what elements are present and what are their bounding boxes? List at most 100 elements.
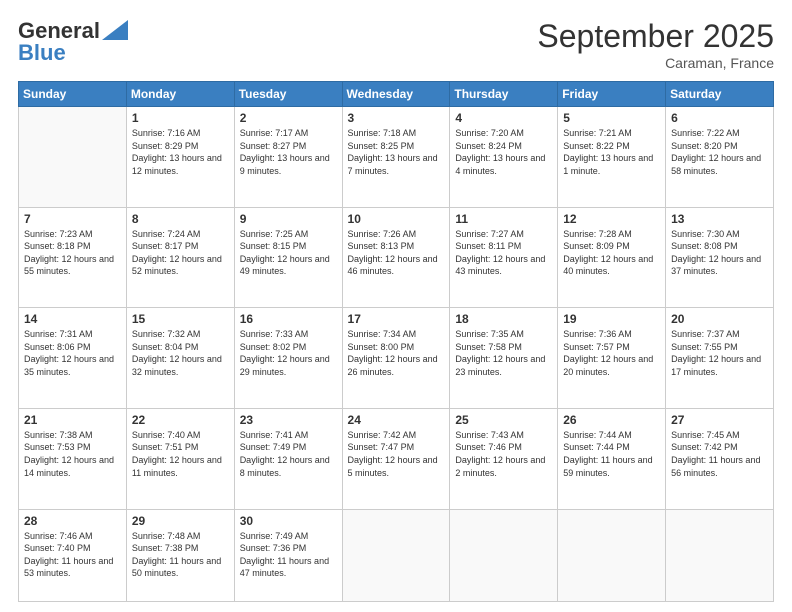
day-number: 16 [240, 312, 337, 326]
calendar-cell: 7Sunrise: 7:23 AM Sunset: 8:18 PM Daylig… [19, 207, 127, 308]
calendar-day-header: Friday [558, 82, 666, 107]
calendar-cell: 16 Sunrise: 7:33 AM Sunset: 8:02 PM Dayli… [234, 308, 342, 409]
day-info: Sunrise: 7:40 AM Sunset: 7:51 PM Dayligh… [132, 429, 229, 479]
day-number: 29 [132, 514, 229, 528]
calendar-cell [666, 509, 774, 602]
day-info: Sunrise: 7:32 AM Sunset: 8:04 PM Dayligh… [132, 328, 229, 378]
day-number: 23 [240, 413, 337, 427]
day-info: Sunrise: 7:31 AM Sunset: 8:06 PM Dayligh… [24, 328, 121, 378]
calendar-cell: 1 Sunrise: 7:16 AM Sunset: 8:29 PM Daylig… [126, 107, 234, 208]
calendar-cell: 13 Sunrise: 7:30 AM Sunset: 8:08 PM Dayli… [666, 207, 774, 308]
day-info: Sunrise: 7:36 AM Sunset: 7:57 PM Dayligh… [563, 328, 660, 378]
calendar-cell: 27 Sunrise: 7:45 AM Sunset: 7:42 PM Dayli… [666, 408, 774, 509]
calendar-cell: 9 Sunrise: 7:25 AM Sunset: 8:15 PM Daylig… [234, 207, 342, 308]
calendar-day-header: Wednesday [342, 82, 450, 107]
day-number: 1 [132, 111, 229, 125]
day-info: Sunrise: 7:33 AM Sunset: 8:02 PM Dayligh… [240, 328, 337, 378]
day-info: Sunrise: 7:46 AM Sunset: 7:40 PM Dayligh… [24, 530, 121, 580]
day-info: Sunrise: 7:25 AM Sunset: 8:15 PM Dayligh… [240, 228, 337, 278]
day-info: Sunrise: 7:30 AM Sunset: 8:08 PM Dayligh… [671, 228, 768, 278]
day-number: 26 [563, 413, 660, 427]
day-number: 7 [24, 212, 121, 226]
calendar-cell: 5 Sunrise: 7:21 AM Sunset: 8:22 PM Daylig… [558, 107, 666, 208]
calendar-table: SundayMondayTuesdayWednesdayThursdayFrid… [18, 81, 774, 602]
day-number: 8 [132, 212, 229, 226]
day-number: 28 [24, 514, 121, 528]
calendar-cell: 8 Sunrise: 7:24 AM Sunset: 8:17 PM Daylig… [126, 207, 234, 308]
day-info: Sunrise: 7:17 AM Sunset: 8:27 PM Dayligh… [240, 127, 337, 177]
day-number: 25 [455, 413, 552, 427]
day-info: Sunrise: 7:16 AM Sunset: 8:29 PM Dayligh… [132, 127, 229, 177]
day-info: Sunrise: 7:38 AM Sunset: 7:53 PM Dayligh… [24, 429, 121, 479]
day-info: Sunrise: 7:42 AM Sunset: 7:47 PM Dayligh… [348, 429, 445, 479]
calendar-day-header: Monday [126, 82, 234, 107]
day-number: 18 [455, 312, 552, 326]
day-number: 10 [348, 212, 445, 226]
calendar-cell: 30 Sunrise: 7:49 AM Sunset: 7:36 PM Dayli… [234, 509, 342, 602]
calendar-cell: 3Sunrise: 7:18 AM Sunset: 8:25 PM Daylig… [342, 107, 450, 208]
day-number: 4 [455, 111, 552, 125]
day-number: 6 [671, 111, 768, 125]
calendar-day-header: Saturday [666, 82, 774, 107]
calendar-cell: 15Sunrise: 7:32 AM Sunset: 8:04 PM Dayli… [126, 308, 234, 409]
day-info: Sunrise: 7:20 AM Sunset: 8:24 PM Dayligh… [455, 127, 552, 177]
calendar-cell: 12 Sunrise: 7:28 AM Sunset: 8:09 PM Dayli… [558, 207, 666, 308]
day-info: Sunrise: 7:43 AM Sunset: 7:46 PM Dayligh… [455, 429, 552, 479]
calendar-cell: 14 Sunrise: 7:31 AM Sunset: 8:06 PM Dayli… [19, 308, 127, 409]
day-info: Sunrise: 7:26 AM Sunset: 8:13 PM Dayligh… [348, 228, 445, 278]
day-info: Sunrise: 7:21 AM Sunset: 8:22 PM Dayligh… [563, 127, 660, 177]
day-info: Sunrise: 7:24 AM Sunset: 8:17 PM Dayligh… [132, 228, 229, 278]
calendar-cell: 29 Sunrise: 7:48 AM Sunset: 7:38 PM Dayli… [126, 509, 234, 602]
calendar-cell: 11Sunrise: 7:27 AM Sunset: 8:11 PM Dayli… [450, 207, 558, 308]
calendar-week-row: 7Sunrise: 7:23 AM Sunset: 8:18 PM Daylig… [19, 207, 774, 308]
day-info: Sunrise: 7:34 AM Sunset: 8:00 PM Dayligh… [348, 328, 445, 378]
day-info: Sunrise: 7:49 AM Sunset: 7:36 PM Dayligh… [240, 530, 337, 580]
calendar-cell [342, 509, 450, 602]
calendar-cell [558, 509, 666, 602]
day-number: 13 [671, 212, 768, 226]
page: General Blue September 2025 Caraman, Fra… [0, 0, 792, 612]
day-info: Sunrise: 7:44 AM Sunset: 7:44 PM Dayligh… [563, 429, 660, 479]
calendar-day-header: Thursday [450, 82, 558, 107]
calendar-cell: 23 Sunrise: 7:41 AM Sunset: 7:49 PM Dayli… [234, 408, 342, 509]
day-number: 14 [24, 312, 121, 326]
calendar-cell: 18 Sunrise: 7:35 AM Sunset: 7:58 PM Dayli… [450, 308, 558, 409]
calendar-cell: 17 Sunrise: 7:34 AM Sunset: 8:00 PM Dayli… [342, 308, 450, 409]
day-number: 30 [240, 514, 337, 528]
calendar-cell: 25 Sunrise: 7:43 AM Sunset: 7:46 PM Dayli… [450, 408, 558, 509]
calendar-cell: 22 Sunrise: 7:40 AM Sunset: 7:51 PM Dayli… [126, 408, 234, 509]
header: General Blue September 2025 Caraman, Fra… [18, 18, 774, 71]
day-number: 9 [240, 212, 337, 226]
day-info: Sunrise: 7:22 AM Sunset: 8:20 PM Dayligh… [671, 127, 768, 177]
day-number: 22 [132, 413, 229, 427]
day-info: Sunrise: 7:35 AM Sunset: 7:58 PM Dayligh… [455, 328, 552, 378]
title-area: September 2025 Caraman, France [537, 18, 774, 71]
logo-arrow-icon [102, 20, 128, 40]
day-number: 21 [24, 413, 121, 427]
calendar-day-header: Sunday [19, 82, 127, 107]
calendar-week-row: 14 Sunrise: 7:31 AM Sunset: 8:06 PM Dayli… [19, 308, 774, 409]
day-number: 19 [563, 312, 660, 326]
calendar-cell: 28 Sunrise: 7:46 AM Sunset: 7:40 PM Dayli… [19, 509, 127, 602]
day-number: 17 [348, 312, 445, 326]
calendar-cell [450, 509, 558, 602]
logo: General Blue [18, 18, 128, 66]
calendar-week-row: 21 Sunrise: 7:38 AM Sunset: 7:53 PM Dayli… [19, 408, 774, 509]
calendar-cell: 19 Sunrise: 7:36 AM Sunset: 7:57 PM Dayli… [558, 308, 666, 409]
day-number: 27 [671, 413, 768, 427]
day-number: 12 [563, 212, 660, 226]
day-number: 5 [563, 111, 660, 125]
day-number: 11 [455, 212, 552, 226]
day-info: Sunrise: 7:28 AM Sunset: 8:09 PM Dayligh… [563, 228, 660, 278]
day-info: Sunrise: 7:37 AM Sunset: 7:55 PM Dayligh… [671, 328, 768, 378]
day-info: Sunrise: 7:41 AM Sunset: 7:49 PM Dayligh… [240, 429, 337, 479]
calendar-cell: 20 Sunrise: 7:37 AM Sunset: 7:55 PM Dayli… [666, 308, 774, 409]
day-number: 2 [240, 111, 337, 125]
calendar-cell: 4 Sunrise: 7:20 AM Sunset: 8:24 PM Daylig… [450, 107, 558, 208]
calendar-cell: 21 Sunrise: 7:38 AM Sunset: 7:53 PM Dayli… [19, 408, 127, 509]
day-number: 20 [671, 312, 768, 326]
month-title: September 2025 [537, 18, 774, 55]
calendar-cell [19, 107, 127, 208]
day-info: Sunrise: 7:48 AM Sunset: 7:38 PM Dayligh… [132, 530, 229, 580]
day-info: Sunrise: 7:45 AM Sunset: 7:42 PM Dayligh… [671, 429, 768, 479]
